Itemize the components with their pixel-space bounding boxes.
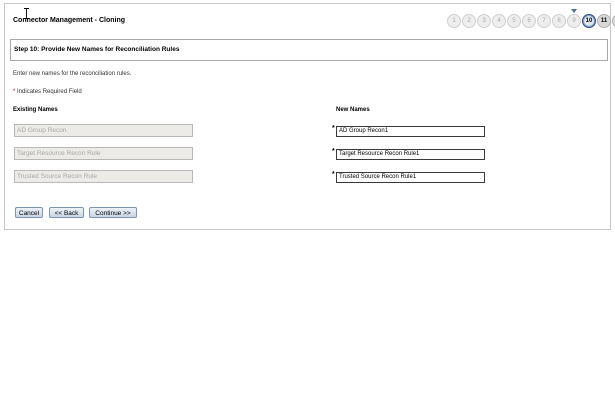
step-6: 6 [522, 14, 536, 28]
step-7: 7 [537, 14, 551, 28]
step-2: 2 [462, 14, 476, 28]
step-11: 11 [597, 14, 611, 28]
existing-name-field: Target Resource Recon Rule [14, 147, 193, 160]
step-indicator: 1 2 3 4 5 6 7 8 9 10 11 12 [447, 14, 615, 28]
instructions-text: Enter new names for the reconciliation r… [13, 71, 132, 77]
step-4: 4 [492, 14, 506, 28]
required-star: * [332, 125, 335, 132]
step-10: 10 [582, 14, 596, 28]
existing-names-heading: Existing Names [13, 107, 58, 113]
existing-name-field: Trusted Source Recon Rule [14, 170, 193, 183]
continue-button[interactable]: Continue >> [89, 207, 137, 218]
step-5: 5 [507, 14, 521, 28]
step-8: 8 [552, 14, 566, 28]
back-button[interactable]: << Back [49, 207, 84, 218]
step-3: 3 [477, 14, 491, 28]
existing-name-field: AD Group Recon [14, 124, 193, 137]
new-name-input[interactable] [336, 172, 485, 183]
cloning-panel: Connector Management - Cloning 1 2 3 4 5… [4, 3, 615, 230]
current-step-marker-icon [571, 9, 577, 13]
step-header: Step 10: Provide New Names for Reconcili… [10, 39, 608, 61]
text-cursor-icon [24, 8, 29, 19]
new-name-input[interactable] [336, 149, 485, 160]
required-star: * [13, 89, 16, 95]
cancel-button[interactable]: Cancel [15, 207, 43, 218]
required-star: * [332, 171, 335, 178]
step-1: 1 [447, 14, 461, 28]
required-field-note: * Indicates Required Field [13, 89, 82, 95]
required-star: * [332, 148, 335, 155]
step-9: 9 [567, 14, 581, 28]
new-names-heading: New Names [336, 107, 370, 113]
required-note-label: Indicates Required Field [17, 89, 82, 95]
new-name-input[interactable] [336, 126, 485, 137]
step-header-label: Step 10: Provide New Names for Reconcili… [14, 46, 180, 53]
